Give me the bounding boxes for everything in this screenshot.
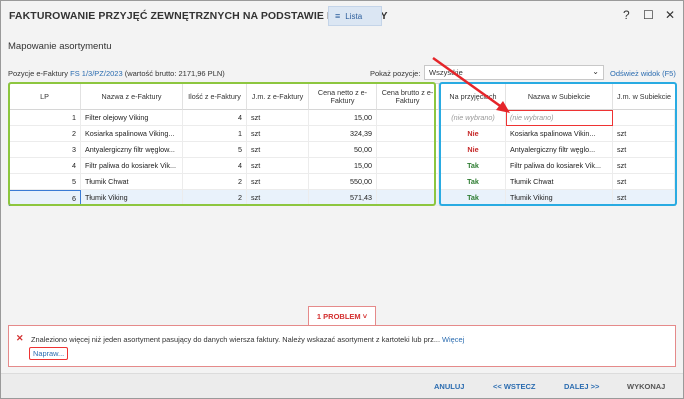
cell-name-subiekt[interactable]: Tłumik Viking [506, 190, 613, 206]
problem-message: Znaleziono więcej niż jeden asortyment p… [31, 335, 464, 344]
cell-net-price[interactable]: 50,00 [309, 142, 377, 158]
cell-net-price[interactable]: 15,00 [309, 158, 377, 174]
col-header-net-price[interactable]: Cena netto z e-Faktury [309, 84, 377, 110]
cell-unit-subiekt[interactable]: szt [613, 190, 675, 206]
positions-prefix: Pozycje e-Faktury [8, 69, 71, 78]
col-header-unit-efaktura[interactable]: J.m. z e-Faktury [247, 84, 309, 110]
cell-accept[interactable]: Tak [441, 158, 506, 174]
help-button[interactable]: ? [623, 8, 630, 22]
lista-label: Lista [345, 11, 363, 21]
refresh-view-link[interactable]: Odśwież widok (F5) [610, 69, 676, 78]
cell-gross-price[interactable] [377, 110, 439, 126]
cell-lp[interactable]: 4 [9, 158, 81, 174]
cell-unit-efaktura[interactable]: szt [247, 158, 309, 174]
more-link[interactable]: Więcej [442, 335, 464, 344]
cell-unit-subiekt[interactable]: szt [613, 174, 675, 190]
cell-unit-subiekt[interactable]: szt [613, 158, 675, 174]
cell-gross-price[interactable] [377, 126, 439, 142]
cell-accept[interactable]: Nie [441, 142, 506, 158]
problem-panel: ✕ Znaleziono więcej niż jeden asortyment… [8, 325, 676, 367]
cell-gross-price[interactable] [377, 158, 439, 174]
cell-net-price[interactable]: 324,39 [309, 126, 377, 142]
cell-name-subiekt[interactable]: Tłumik Chwat [506, 174, 613, 190]
cell-unit-efaktura[interactable]: szt [247, 126, 309, 142]
chevron-down-icon: ⌄ [592, 67, 599, 76]
wizard-footer: ANULUJ << WSTECZ DALEJ >> WYKONAJ [1, 373, 683, 398]
show-positions-select[interactable]: Wszystkie ⌄ [424, 65, 604, 80]
cell-name-efaktura[interactable]: Tłumik Viking [81, 190, 183, 206]
cell-qty[interactable]: 2 [183, 174, 247, 190]
next-button[interactable]: DALEJ >> [564, 382, 599, 391]
cell-accept[interactable]: Tak [441, 174, 506, 190]
cell-lp[interactable]: 2 [9, 126, 81, 142]
cell-unit-efaktura[interactable]: szt [247, 142, 309, 158]
maximize-button[interactable]: ☐ [643, 8, 654, 22]
cell-unit-subiekt[interactable]: szt [613, 142, 675, 158]
cell-qty[interactable]: 4 [183, 158, 247, 174]
cell-unit-efaktura[interactable]: szt [247, 190, 309, 206]
cell-qty[interactable]: 1 [183, 126, 247, 142]
close-button[interactable]: ✕ [665, 8, 675, 22]
cell-name-efaktura[interactable]: Tłumik Chwat [81, 174, 183, 190]
cell-unit-efaktura[interactable]: szt [247, 110, 309, 126]
back-button[interactable]: << WSTECZ [493, 382, 536, 391]
col-header-lp[interactable]: LP [9, 84, 81, 110]
cell-name-efaktura[interactable]: Antyalergiczny filtr węglow... [81, 142, 183, 158]
col-header-unit-subiekt[interactable]: J.m. w Subiekcie [613, 84, 675, 110]
section-title: Mapowanie asortymentu [8, 41, 112, 52]
cell-unit-subiekt[interactable] [613, 110, 675, 126]
cell-lp[interactable]: 1 [9, 110, 81, 126]
cell-name-efaktura[interactable]: Kosiarka spalinowa Viking... [81, 126, 183, 142]
mapping-table: LP Nazwa z e-Faktury Ilość z e-Faktury J… [8, 83, 676, 206]
cell-lp[interactable]: 3 [9, 142, 81, 158]
cell-gross-price[interactable] [377, 142, 439, 158]
cell-name-efaktura[interactable]: Filtr paliwa do kosiarek Vik... [81, 158, 183, 174]
positions-label: Pozycje e-Faktury FS 1/3/PZ/2023 (wartoś… [8, 69, 225, 78]
col-header-qty[interactable]: Ilość z e-Faktury [183, 84, 247, 110]
cell-net-price[interactable]: 571,43 [309, 190, 377, 206]
show-positions-label: Pokaż pozycje: [370, 69, 421, 78]
cell-gross-price[interactable] [377, 190, 439, 206]
positions-suffix: (wartość brutto: 2171,96 PLN) [122, 69, 225, 78]
lista-button[interactable]: ≡ Lista [328, 6, 382, 26]
cell-qty[interactable]: 2 [183, 190, 247, 206]
col-header-accept[interactable]: Na przyjęciach [441, 84, 506, 110]
cell-unit-efaktura[interactable]: szt [247, 174, 309, 190]
cell-net-price[interactable]: 550,00 [309, 174, 377, 190]
cell-name-subiekt[interactable]: Kosiarka spalinowa Vikin... [506, 126, 613, 142]
cell-name-efaktura[interactable]: Filter olejowy Viking [81, 110, 183, 126]
cell-qty[interactable]: 5 [183, 142, 247, 158]
list-icon: ≡ [335, 11, 341, 21]
cell-accept[interactable]: Nie [441, 126, 506, 142]
error-icon: ✕ [16, 333, 24, 343]
problem-message-text: Znaleziono więcej niż jeden asortyment p… [31, 335, 443, 344]
cancel-button[interactable]: ANULUJ [434, 382, 464, 391]
finish-button[interactable]: WYKONAJ [627, 382, 665, 391]
cell-lp[interactable]: 6 [9, 190, 81, 206]
title-bar: FAKTUROWANIE PRZYJĘĆ ZEWNĘTRZNYCH NA POD… [1, 1, 683, 29]
cell-qty[interactable]: 4 [183, 110, 247, 126]
show-positions-value: Wszystkie [429, 68, 463, 77]
cell-name-subiekt[interactable]: Antyalergiczny filtr węglo... [506, 142, 613, 158]
col-header-name-subiekt[interactable]: Nazwa w Subiekcie [506, 84, 613, 110]
cell-accept[interactable]: (nie wybrano) [441, 110, 506, 126]
cell-name-subiekt[interactable]: (nie wybrano) [506, 110, 613, 126]
cell-lp[interactable]: 5 [9, 174, 81, 190]
col-header-gross-price[interactable]: Cena brutto z e-Faktury [377, 84, 439, 110]
problem-tab[interactable]: 1 PROBLEM ˅ [308, 306, 376, 326]
fix-link[interactable]: Napraw... [29, 347, 69, 360]
cell-gross-price[interactable] [377, 174, 439, 190]
col-header-name-efaktura[interactable]: Nazwa z e-Faktury [81, 84, 183, 110]
cell-net-price[interactable]: 15,00 [309, 110, 377, 126]
document-link[interactable]: FS 1/3/PZ/2023 [70, 69, 123, 78]
cell-unit-subiekt[interactable]: szt [613, 126, 675, 142]
cell-accept[interactable]: Tak [441, 190, 506, 206]
cell-name-subiekt[interactable]: Filtr paliwa do kosiarek Vik... [506, 158, 613, 174]
